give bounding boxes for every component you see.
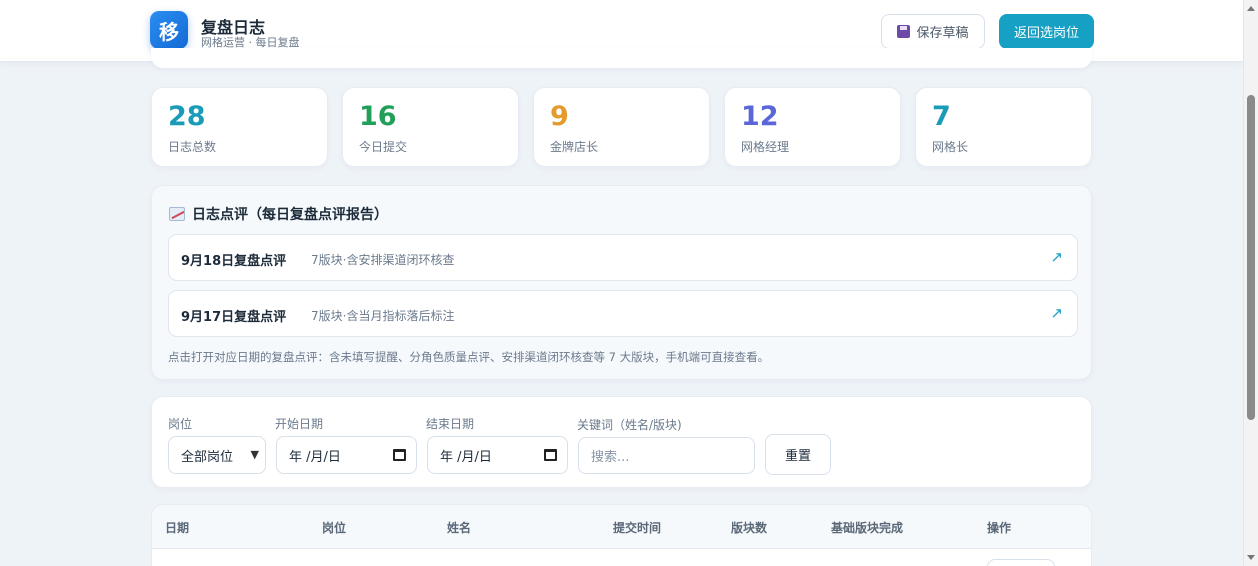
log-table: 日期 岗位 姓名 提交时间 版块数 基础版块完成 操作: [151, 504, 1092, 566]
stat-card-grid-manager: 12 网格经理: [724, 87, 901, 167]
col-basic-section-complete: 基础版块完成: [831, 521, 904, 535]
scroll-up-arrow-icon[interactable]: [1247, 6, 1255, 11]
back-to-role-select-button[interactable]: 返回选岗位: [999, 14, 1094, 49]
col-section-count: 版块数: [731, 521, 768, 535]
partial-card-bottom: [151, 48, 1092, 68]
col-role: 岗位: [322, 521, 347, 535]
stat-label: 日志总数: [168, 140, 217, 154]
end-date-input[interactable]: 年 /月/日: [427, 436, 568, 474]
end-date-value: 年 /月/日: [440, 449, 492, 465]
stat-value: 28: [168, 101, 206, 132]
keyword-label: 关键词（姓名/版块): [577, 418, 682, 432]
external-link-icon: ↗: [1050, 304, 1063, 322]
review-note: 点击打开对应日期的复盘点评：含未填写提醒、分角色质量点评、安排渠道闭环核查等 7…: [168, 350, 770, 364]
filter-bar: 岗位 全部岗位 ▼ 开始日期 年 /月/日 结束日期 年 /月/日 关键词（姓名…: [151, 396, 1092, 488]
keyword-search-input[interactable]: 搜索...: [578, 437, 755, 474]
save-draft-button[interactable]: 保存草稿: [881, 14, 985, 49]
stat-label: 网格长: [932, 140, 969, 154]
scrollbar-thumb[interactable]: [1247, 95, 1255, 420]
external-link-icon: ↗: [1050, 248, 1063, 266]
calendar-icon[interactable]: [393, 449, 406, 461]
col-actions: 操作: [987, 521, 1012, 535]
role-select[interactable]: 全部岗位 ▼: [168, 436, 266, 474]
chevron-down-icon: ▼: [250, 448, 259, 461]
stat-label: 金牌店长: [550, 140, 599, 154]
review-heading: 日志点评（每日复盘点评报告）: [169, 204, 388, 224]
review-desc: 7版块·含当月指标落后标注: [311, 309, 455, 323]
stat-value: 16: [359, 101, 397, 132]
col-date: 日期: [165, 521, 190, 535]
chart-increasing-icon: [169, 207, 185, 221]
stat-card-gold-store-manager: 9 金牌店长: [533, 87, 710, 167]
table-header: 日期 岗位 姓名 提交时间 版块数 基础版块完成 操作: [152, 505, 1091, 549]
col-name: 姓名: [447, 521, 472, 535]
review-link-item[interactable]: 9月17日复盘点评 7版块·含当月指标落后标注 ↗: [168, 290, 1078, 337]
review-date: 9月18日复盘点评: [181, 254, 287, 269]
reset-button[interactable]: 重置: [765, 434, 831, 475]
stat-card-grid-leader: 7 网格长: [915, 87, 1092, 167]
review-link-item[interactable]: 9月18日复盘点评 7版块·含安排渠道闭环核查 ↗: [168, 234, 1078, 281]
app-logo: 移: [150, 11, 188, 49]
role-filter-label: 岗位: [168, 417, 193, 431]
review-date: 9月17日复盘点评: [181, 310, 287, 325]
review-title: 日志点评（每日复盘点评报告）: [192, 207, 388, 223]
stat-label: 今日提交: [359, 140, 408, 154]
save-draft-label: 保存草稿: [916, 26, 969, 41]
stat-card-total-logs: 28 日志总数: [151, 87, 328, 167]
stat-value: 7: [932, 101, 951, 132]
review-desc: 7版块·含安排渠道闭环核查: [311, 253, 455, 267]
page-scrollbar[interactable]: [1243, 0, 1258, 566]
start-date-value: 年 /月/日: [289, 449, 341, 465]
stat-value: 9: [550, 101, 569, 132]
role-select-value: 全部岗位: [181, 449, 234, 465]
col-submit-time: 提交时间: [613, 521, 662, 535]
floppy-disk-icon: [897, 25, 911, 38]
keyword-placeholder: 搜索...: [591, 450, 630, 465]
end-date-label: 结束日期: [426, 417, 475, 431]
stat-value: 12: [741, 101, 779, 132]
stat-card-today-submitted: 16 今日提交: [342, 87, 519, 167]
row-action-button[interactable]: [987, 559, 1055, 566]
scroll-down-arrow-icon[interactable]: [1247, 555, 1255, 560]
start-date-input[interactable]: 年 /月/日: [276, 436, 417, 474]
log-review-panel: 日志点评（每日复盘点评报告） 9月18日复盘点评 7版块·含安排渠道闭环核查 ↗…: [151, 185, 1092, 380]
stat-label: 网格经理: [741, 140, 790, 154]
start-date-label: 开始日期: [275, 417, 324, 431]
calendar-icon[interactable]: [544, 449, 557, 461]
